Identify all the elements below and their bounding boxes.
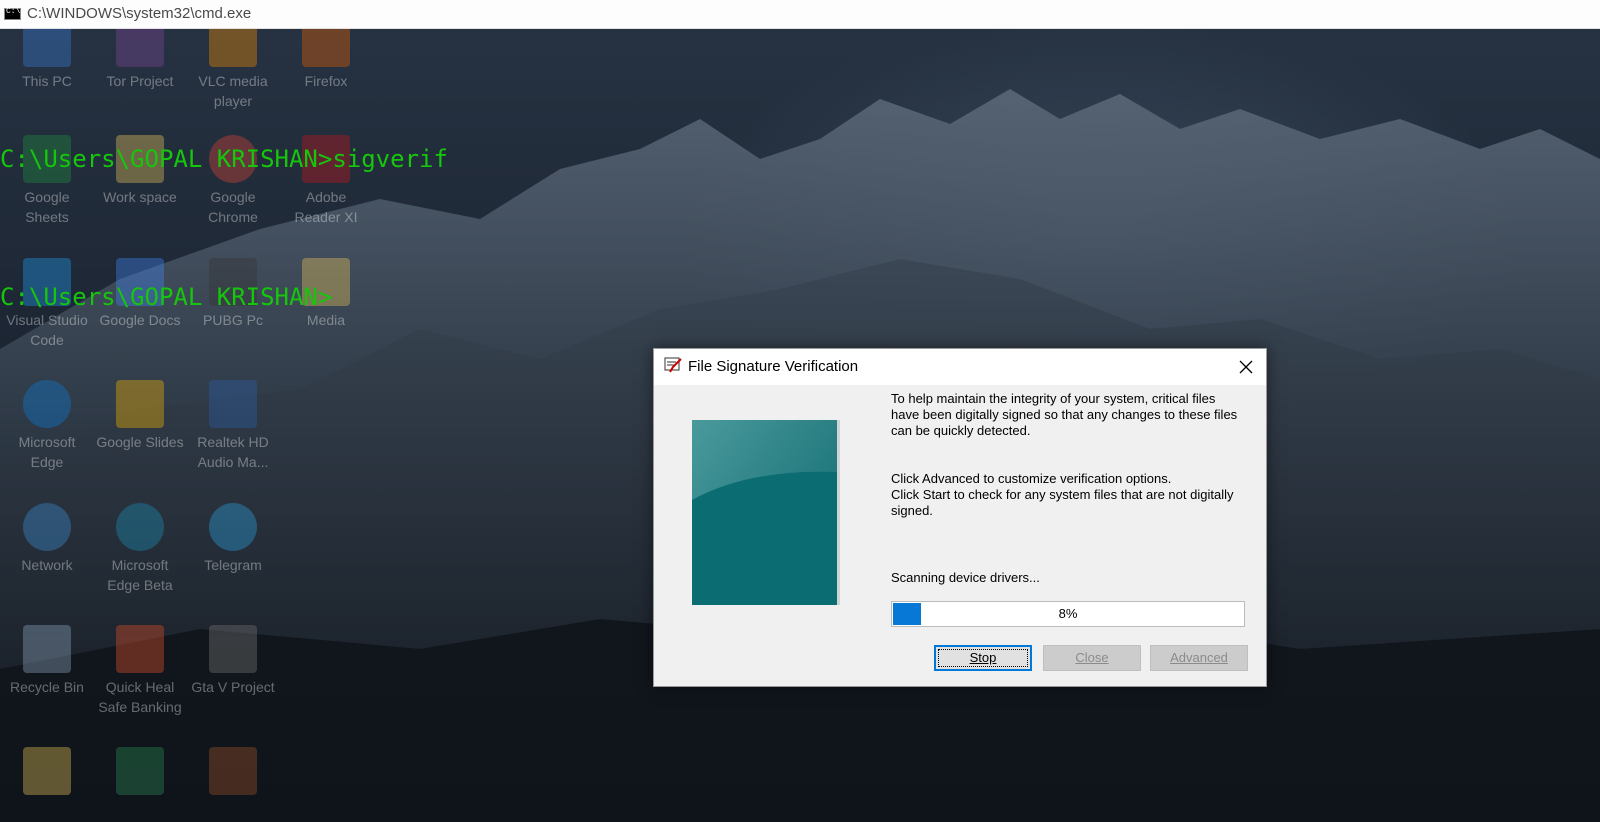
desktop-icon[interactable]: Microsoft Edge Beta — [95, 503, 185, 595]
description-line: can be quickly detected. — [891, 423, 1031, 438]
close-icon[interactable] — [1232, 353, 1260, 381]
cmd-window-title: C:\WINDOWS\system32\cmd.exe — [27, 5, 252, 22]
desktop-icon-label: Google Slides — [96, 434, 184, 450]
desktop-icon-image — [116, 747, 164, 795]
scan-status-text: Scanning device drivers... — [891, 570, 1040, 585]
description-line: To help maintain the integrity of your s… — [891, 391, 1216, 406]
desktop-icon-image — [116, 380, 164, 428]
advanced-button-label: Advanced — [1170, 650, 1228, 665]
desktop-icon[interactable] — [95, 747, 185, 799]
description-line: Click Start to check for any system file… — [891, 487, 1234, 502]
desktop-icon[interactable]: Google Slides — [95, 380, 185, 452]
desktop-icon[interactable]: Gta V Project — [188, 625, 278, 697]
desktop-icon[interactable]: Microsoft Edge — [2, 380, 92, 472]
desktop-icon[interactable] — [2, 747, 92, 799]
dialog-banner-image — [692, 420, 837, 605]
desktop-icon-label: Microsoft Edge — [18, 434, 76, 470]
desktop-icon-image — [209, 625, 257, 673]
desktop-icon[interactable]: Telegram — [188, 503, 278, 575]
description-line: Click Advanced to customize verification… — [891, 471, 1172, 486]
desktop-icon-image — [209, 747, 257, 795]
dialog-title: File Signature Verification — [688, 358, 859, 375]
description-paragraph-2: Click Advanced to customize verification… — [891, 471, 1251, 519]
desktop-icon-image — [116, 625, 164, 673]
cmd-icon: C:\ — [4, 7, 21, 20]
description-line: have been digitally signed so that any c… — [891, 407, 1238, 422]
desktop-icon-label: Telegram — [204, 557, 262, 573]
desktop-icon-image — [23, 503, 71, 551]
dialog-title-bar[interactable]: File Signature Verification — [654, 349, 1266, 385]
desktop-icon[interactable]: Network — [2, 503, 92, 575]
signature-verification-icon — [664, 357, 682, 373]
desktop-icon-label: Microsoft Edge Beta — [107, 557, 173, 593]
file-signature-verification-dialog[interactable]: File Signature Verification To help main… — [653, 348, 1267, 687]
desktop-icon[interactable]: Quick Heal Safe Banking — [95, 625, 185, 717]
desktop-icon-label: Gta V Project — [191, 679, 275, 695]
advanced-button[interactable]: Advanced — [1150, 645, 1248, 671]
recycle-bin-icon — [23, 625, 71, 673]
desktop-icon[interactable]: Realtek HD Audio Ma... — [188, 380, 278, 472]
desktop-icon[interactable]: Recycle Bin — [2, 625, 92, 697]
close-button[interactable]: Close — [1043, 645, 1141, 671]
desktop-icon-image — [116, 503, 164, 551]
desktop-icon-label: Realtek HD Audio Ma... — [197, 434, 269, 470]
desktop-icon-image — [23, 380, 71, 428]
description-paragraph-1: To help maintain the integrity of your s… — [891, 391, 1251, 439]
desktop-icon-image — [23, 747, 71, 795]
scan-progress-bar: 8% — [891, 601, 1245, 627]
desktop-icon-image — [209, 380, 257, 428]
cmd-title-bar[interactable]: C:\ C:\WINDOWS\system32\cmd.exe — [0, 0, 1600, 29]
console-prompt: C:\Users\GOPAL KRISHAN> — [0, 283, 333, 311]
stop-button[interactable]: Stop — [934, 645, 1032, 671]
desktop-icon-label: Network — [21, 557, 73, 573]
console-output[interactable]: C:\Users\GOPAL KRISHAN>sigverif C:\Users… — [0, 44, 448, 366]
desktop-icon-label: Recycle Bin — [10, 679, 84, 695]
close-button-label: Close — [1075, 650, 1109, 665]
desktop-icon-label: Quick Heal Safe Banking — [98, 679, 182, 715]
stop-button-label: Stop — [938, 649, 1028, 667]
console-line: C:\Users\GOPAL KRISHAN>sigverif — [0, 145, 448, 173]
desktop-icon-image — [209, 503, 257, 551]
progress-percent-label: 8% — [1058, 606, 1078, 621]
description-line: signed. — [891, 503, 933, 518]
desktop-icon[interactable] — [188, 747, 278, 799]
